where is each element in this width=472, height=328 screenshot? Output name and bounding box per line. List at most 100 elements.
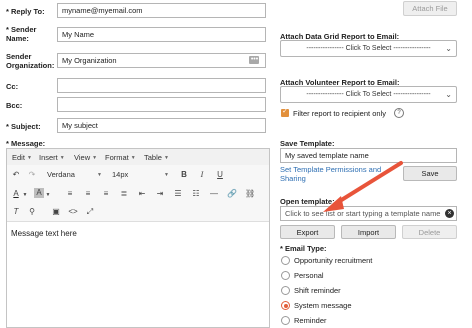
help-icon[interactable]: ? bbox=[394, 108, 404, 118]
delete-template-button[interactable]: Delete bbox=[402, 225, 457, 239]
menu-table-label: Table bbox=[144, 153, 162, 162]
clear-formatting-icon[interactable]: T bbox=[11, 207, 21, 217]
menu-table[interactable]: Table ▼ bbox=[144, 153, 169, 163]
chevron-down-icon: ▼ bbox=[26, 155, 32, 161]
menu-insert-label: Insert bbox=[39, 153, 58, 162]
sender-org-label: Sender Organization: bbox=[6, 52, 54, 70]
bullet-list-icon[interactable]: ☰ bbox=[173, 189, 183, 199]
email-type-label: * Email Type: bbox=[280, 244, 327, 253]
checkmark-icon: ✓ bbox=[282, 108, 288, 115]
template-permissions-link[interactable]: Set Template Permissions and Sharing bbox=[280, 165, 381, 183]
radio-shift-reminder-label: Shift reminder bbox=[294, 286, 341, 295]
redo-icon[interactable]: ↷ bbox=[27, 170, 37, 180]
sender-org-field[interactable]: My Organization bbox=[57, 53, 266, 68]
find-icon[interactable]: ⚲ bbox=[27, 207, 37, 217]
sender-org-label-line2: Organization: bbox=[6, 61, 55, 70]
font-size-select[interactable]: 14px ▼ bbox=[112, 170, 172, 180]
sender-name-label-line2: Name: bbox=[6, 34, 29, 43]
menu-format-label: Format bbox=[105, 153, 129, 162]
horizontal-rule-icon[interactable]: — bbox=[209, 189, 219, 199]
subject-label: * Subject: bbox=[6, 122, 41, 131]
save-template-label: Save Template: bbox=[280, 139, 335, 148]
chevron-down-icon: ⌄ bbox=[445, 44, 452, 53]
contact-card-icon[interactable]: ••• bbox=[249, 56, 259, 64]
chevron-down-icon: ▼ bbox=[59, 155, 65, 161]
fullscreen-icon[interactable]: ⤢ bbox=[85, 207, 95, 217]
editor-menubar: Edit ▼ Insert ▼ View ▼ Format ▼ Table ▼ bbox=[7, 149, 269, 166]
contact-card-icon-dots: ••• bbox=[250, 56, 259, 63]
outdent-icon[interactable]: ⇤ bbox=[137, 189, 147, 199]
chevron-down-icon: ⌄ bbox=[445, 90, 452, 99]
data-grid-select[interactable]: ---------------- Click To Select -------… bbox=[280, 40, 457, 57]
volunteer-placeholder: ---------------- Click To Select -------… bbox=[306, 91, 431, 98]
save-template-button[interactable]: Save bbox=[403, 166, 457, 181]
message-label: * Message: bbox=[6, 139, 46, 148]
radio-system-message[interactable] bbox=[281, 301, 290, 310]
font-family-value: Verdana bbox=[47, 170, 75, 179]
filter-checkbox-label: Filter report to recipient only bbox=[293, 109, 386, 118]
volunteer-select[interactable]: ---------------- Click To Select -------… bbox=[280, 86, 457, 103]
menu-insert[interactable]: Insert ▼ bbox=[39, 153, 65, 163]
chevron-down-icon[interactable]: ▼ bbox=[22, 190, 28, 200]
radio-shift-reminder[interactable] bbox=[281, 286, 290, 295]
highlight-color-icon[interactable]: A bbox=[34, 188, 44, 198]
template-permissions-link-line2: Sharing bbox=[280, 174, 306, 183]
align-justify-icon[interactable]: ≣ bbox=[119, 189, 129, 199]
sender-org-label-line1: Sender bbox=[6, 52, 32, 61]
open-template-placeholder: Click to see list or start typing a temp… bbox=[285, 209, 441, 218]
cc-field[interactable] bbox=[57, 78, 266, 93]
open-template-field[interactable]: Click to see list or start typing a temp… bbox=[280, 206, 457, 221]
menu-view[interactable]: View ▼ bbox=[74, 153, 97, 163]
chevron-down-icon: ▼ bbox=[92, 155, 98, 161]
font-size-value: 14px bbox=[112, 170, 129, 179]
radio-personal-label: Personal bbox=[294, 271, 324, 280]
menu-edit-label: Edit bbox=[12, 153, 25, 162]
menu-format[interactable]: Format ▼ bbox=[105, 153, 136, 163]
chevron-down-icon: ▼ bbox=[164, 172, 169, 178]
message-editor[interactable]: Edit ▼ Insert ▼ View ▼ Format ▼ Table ▼ ↶ ↷ V… bbox=[6, 148, 270, 328]
export-template-button[interactable]: Export bbox=[280, 225, 335, 239]
align-center-icon[interactable]: ≡ bbox=[83, 189, 93, 199]
radio-opportunity-recruitment[interactable] bbox=[281, 256, 290, 265]
underline-icon[interactable]: U bbox=[215, 170, 225, 180]
reply-to-label: * Reply To: bbox=[6, 7, 45, 16]
menu-edit[interactable]: Edit ▼ bbox=[12, 153, 32, 163]
reply-to-field[interactable]: myname@myemail.com bbox=[57, 3, 266, 18]
save-template-field[interactable]: My saved template name bbox=[280, 148, 457, 163]
bcc-field[interactable] bbox=[57, 97, 266, 112]
image-icon[interactable]: ▣ bbox=[51, 207, 61, 217]
align-left-icon[interactable]: ≡ bbox=[65, 189, 75, 199]
radio-system-message-label: System message bbox=[294, 301, 352, 310]
clear-icon[interactable]: × bbox=[445, 209, 454, 218]
message-body[interactable]: Message text here bbox=[11, 229, 77, 239]
radio-personal[interactable] bbox=[281, 271, 290, 280]
attach-file-button[interactable]: Attach File bbox=[403, 1, 457, 16]
radio-reminder[interactable] bbox=[281, 316, 290, 325]
import-template-button[interactable]: Import bbox=[341, 225, 396, 239]
chevron-down-icon: ▼ bbox=[130, 155, 136, 161]
filter-checkbox[interactable]: ✓ bbox=[281, 108, 289, 117]
text-color-icon[interactable]: A bbox=[11, 189, 21, 199]
indent-icon[interactable]: ⇥ bbox=[155, 189, 165, 199]
link-icon[interactable]: 🔗 bbox=[227, 189, 237, 199]
code-icon[interactable]: <> bbox=[67, 207, 79, 217]
undo-icon[interactable]: ↶ bbox=[11, 170, 21, 180]
sender-name-label-line1: * Sender bbox=[6, 25, 37, 34]
open-template-label: Open template: bbox=[280, 197, 335, 206]
menu-view-label: View bbox=[74, 153, 91, 162]
radio-reminder-label: Reminder bbox=[294, 316, 327, 325]
radio-opportunity-recruitment-label: Opportunity recruitment bbox=[294, 256, 373, 265]
align-right-icon[interactable]: ≡ bbox=[101, 189, 111, 199]
chevron-down-icon: ▼ bbox=[97, 172, 102, 178]
sender-name-label: * Sender Name: bbox=[6, 25, 36, 43]
bold-icon[interactable]: B bbox=[179, 170, 189, 180]
unlink-icon[interactable]: ⛓ bbox=[245, 189, 255, 199]
cc-label: Cc: bbox=[6, 82, 19, 91]
editor-toolbar: ↶ ↷ Verdana ▼ 14px ▼ B I U A ▼ A ▼ ≡ ≡ ≡… bbox=[7, 165, 269, 222]
italic-icon[interactable]: I bbox=[197, 170, 207, 180]
chevron-down-icon[interactable]: ▼ bbox=[45, 190, 51, 200]
sender-name-field[interactable]: My Name bbox=[57, 27, 266, 42]
font-family-select[interactable]: Verdana ▼ bbox=[47, 170, 107, 180]
subject-field[interactable]: My subject bbox=[57, 118, 266, 133]
numbered-list-icon[interactable]: ☷ bbox=[191, 189, 201, 199]
